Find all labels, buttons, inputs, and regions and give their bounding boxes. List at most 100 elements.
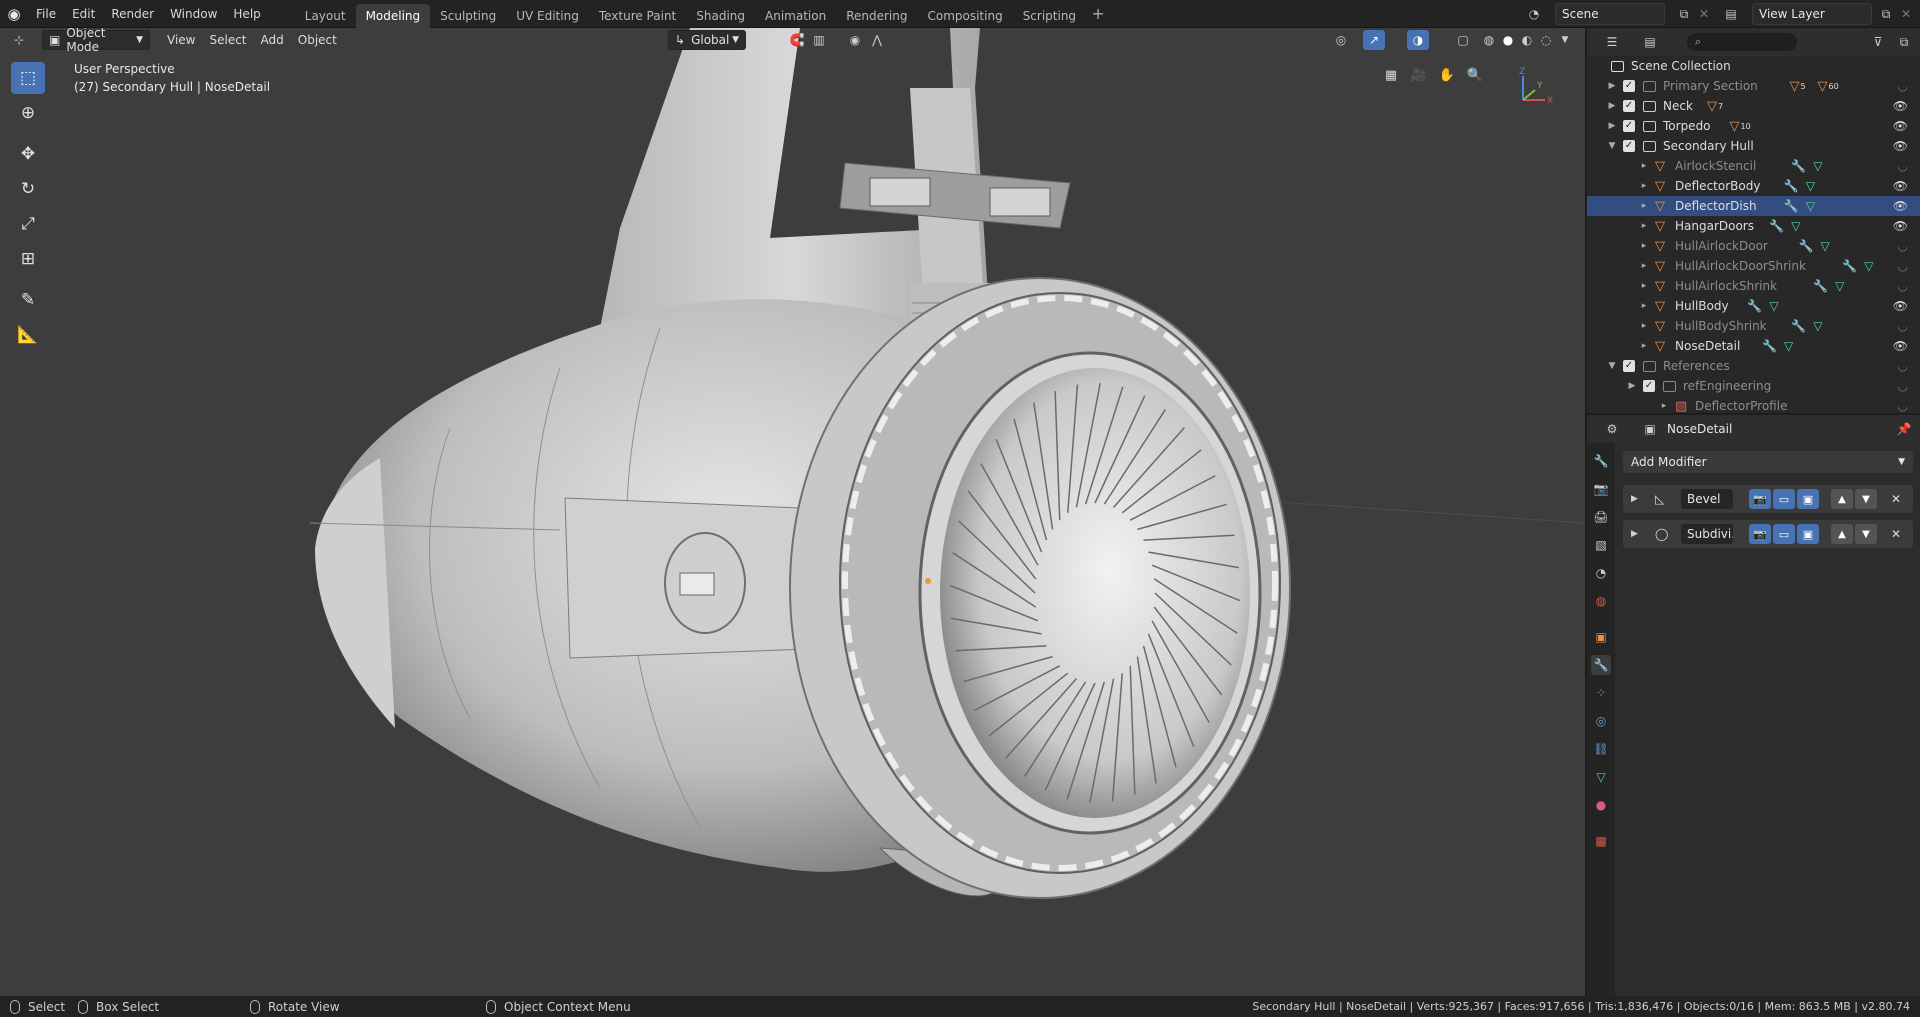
exclude-checkbox[interactable]: ✓ bbox=[1623, 80, 1635, 92]
mesh-data-icon[interactable]: ▽ bbox=[1821, 239, 1830, 253]
texture-tab-icon[interactable]: ▩ bbox=[1591, 831, 1611, 851]
visibility-icon[interactable]: ◎ bbox=[1330, 30, 1352, 50]
menu-edit[interactable]: Edit bbox=[64, 3, 103, 25]
falloff-icon[interactable]: ⋀ bbox=[866, 30, 888, 50]
editmode-toggle-icon[interactable]: ▣ bbox=[1797, 524, 1819, 544]
modifier-icon[interactable]: 🔧 bbox=[1791, 319, 1806, 333]
render-toggle-icon[interactable]: 📷 bbox=[1749, 524, 1771, 544]
visibility-eye-icon[interactable]: 👁 bbox=[1893, 139, 1908, 153]
measure-tool-icon[interactable]: 📐 bbox=[11, 319, 45, 351]
tab-uv-editing[interactable]: UV Editing bbox=[506, 4, 589, 28]
render-tab-icon[interactable]: 📷 bbox=[1591, 479, 1611, 499]
viewport-menu-object[interactable]: Object bbox=[291, 30, 344, 50]
exclude-checkbox[interactable]: ✓ bbox=[1623, 360, 1635, 372]
visibility-eye-icon[interactable]: 👁 bbox=[1893, 99, 1908, 113]
visibility-eye-icon[interactable]: ◡ bbox=[1898, 379, 1908, 393]
expand-arrow-icon[interactable]: ▸ bbox=[1639, 181, 1649, 191]
snap-toggle-icon[interactable]: 🧲 bbox=[786, 30, 808, 50]
viewport-toggle-icon[interactable]: ▭ bbox=[1773, 489, 1795, 509]
grid-view-icon[interactable]: ▦ bbox=[1378, 62, 1404, 88]
scene-selector-icon[interactable]: ◔ bbox=[1525, 5, 1543, 23]
camera-view-icon[interactable]: 🎥 bbox=[1406, 62, 1432, 88]
visibility-eye-icon[interactable]: ◡ bbox=[1898, 159, 1908, 173]
outliner-row[interactable]: ▸ ▨ DeflectorProfile ◡ bbox=[1587, 396, 1920, 414]
remove-modifier-icon[interactable]: ✕ bbox=[1891, 527, 1901, 541]
outliner-row[interactable]: ▸ ▽ HullBody 🔧 ▽ 👁 bbox=[1587, 296, 1920, 316]
xray-toggle-icon[interactable]: ▢ bbox=[1452, 30, 1474, 50]
filter-icon[interactable]: ⊽ bbox=[1867, 32, 1889, 52]
modifier-icon[interactable]: 🔧 bbox=[1769, 219, 1784, 233]
viewport-menu-add[interactable]: Add bbox=[254, 30, 291, 50]
output-tab-icon[interactable]: 🖨 bbox=[1591, 507, 1611, 527]
snap-target-icon[interactable]: ▥ bbox=[808, 30, 830, 50]
cursor-tool-icon[interactable]: ⊕ bbox=[11, 97, 45, 129]
tab-rendering[interactable]: Rendering bbox=[836, 4, 917, 28]
outliner-row[interactable]: ▸ ▽ DeflectorDish 🔧 ▽ 👁 bbox=[1587, 196, 1920, 216]
scene-collection-row[interactable]: Scene Collection bbox=[1587, 56, 1920, 76]
move-up-icon[interactable]: ▲ bbox=[1831, 524, 1853, 544]
mode-dropdown[interactable]: ▣ Object Mode ▼ bbox=[42, 28, 150, 54]
3d-viewport[interactable]: ⊹ ▣ Object Mode ▼ View Select Add Object ↳ … bbox=[0, 28, 1585, 996]
delete-view-layer-icon[interactable]: ✕ bbox=[1897, 5, 1915, 23]
move-up-icon[interactable]: ▲ bbox=[1831, 489, 1853, 509]
mesh-data-icon[interactable]: ▽ bbox=[1813, 319, 1822, 333]
tab-animation[interactable]: Animation bbox=[755, 4, 836, 28]
remove-modifier-icon[interactable]: ✕ bbox=[1891, 492, 1901, 506]
mesh-data-icon[interactable]: ▽ bbox=[1784, 339, 1793, 353]
zoom-view-icon[interactable]: 🔍 bbox=[1462, 62, 1488, 88]
render-toggle-icon[interactable]: 📷 bbox=[1749, 489, 1771, 509]
display-mode-icon[interactable]: ▤ bbox=[1639, 32, 1661, 52]
mesh-data-icon[interactable]: ▽ bbox=[1791, 219, 1800, 233]
expand-arrow-icon[interactable]: ▸ bbox=[1639, 161, 1649, 171]
transform-tool-icon[interactable]: ⊞ bbox=[11, 243, 45, 275]
modifier-icon[interactable]: 🔧 bbox=[1784, 199, 1799, 213]
visibility-eye-icon[interactable]: 👁 bbox=[1893, 179, 1908, 193]
pan-view-icon[interactable]: ✋ bbox=[1434, 62, 1460, 88]
mesh-data-icon[interactable]: ▽ bbox=[1835, 279, 1844, 293]
mesh-data-icon[interactable]: ▽ bbox=[1769, 299, 1778, 313]
proportional-edit-icon[interactable]: ◉ bbox=[844, 30, 866, 50]
mesh-data-icon[interactable]: ▽ bbox=[1806, 199, 1815, 213]
visibility-eye-icon[interactable]: ◡ bbox=[1898, 279, 1908, 293]
visibility-eye-icon[interactable]: ◡ bbox=[1898, 359, 1908, 373]
blender-logo-icon[interactable]: ◉ bbox=[0, 0, 28, 28]
rotate-tool-icon[interactable]: ↻ bbox=[11, 173, 45, 205]
shading-options-icon[interactable]: ▼ bbox=[1554, 30, 1576, 50]
menu-window[interactable]: Window bbox=[162, 3, 225, 25]
tab-sculpting[interactable]: Sculpting bbox=[430, 4, 506, 28]
scene-tab-icon[interactable]: ◔ bbox=[1591, 563, 1611, 583]
annotate-tool-icon[interactable]: ✎ bbox=[11, 284, 45, 316]
expand-arrow-icon[interactable]: ▶ bbox=[1607, 81, 1617, 91]
properties-editor-icon[interactable]: ⚙ bbox=[1601, 419, 1623, 439]
tab-texture-paint[interactable]: Texture Paint bbox=[589, 4, 686, 28]
particles-tab-icon[interactable]: ⁘ bbox=[1591, 683, 1611, 703]
collapse-arrow-icon[interactable]: ▼ bbox=[1607, 141, 1617, 151]
exclude-checkbox[interactable]: ✓ bbox=[1643, 380, 1655, 392]
modifier-icon[interactable]: 🔧 bbox=[1799, 239, 1814, 253]
visibility-eye-icon[interactable]: 👁 bbox=[1893, 339, 1908, 353]
modifier-icon[interactable]: 🔧 bbox=[1747, 299, 1762, 313]
object-tab-icon[interactable]: ▣ bbox=[1591, 627, 1611, 647]
mesh-data-icon[interactable]: ▽ bbox=[1806, 179, 1815, 193]
tab-scripting[interactable]: Scripting bbox=[1013, 4, 1086, 28]
expand-arrow-icon[interactable]: ▶ bbox=[1631, 494, 1638, 504]
new-view-layer-icon[interactable]: ⧉ bbox=[1877, 5, 1895, 23]
select-box-tool-icon[interactable]: ⬚ bbox=[11, 62, 45, 94]
outliner-row[interactable]: ▸ ▽ HullAirlockDoorShrink 🔧 ▽ ◡ bbox=[1587, 256, 1920, 276]
modifier-icon[interactable]: 🔧 bbox=[1842, 259, 1857, 273]
expand-arrow-icon[interactable]: ▸ bbox=[1639, 281, 1649, 291]
modifier-icon[interactable]: 🔧 bbox=[1762, 339, 1777, 353]
menu-file[interactable]: File bbox=[28, 3, 64, 25]
modifier-icon[interactable]: 🔧 bbox=[1813, 279, 1828, 293]
visibility-eye-icon[interactable]: ◡ bbox=[1898, 239, 1908, 253]
visibility-eye-icon[interactable]: ◡ bbox=[1898, 319, 1908, 333]
editor-type-icon[interactable]: ⊹ bbox=[8, 30, 30, 50]
tab-layout[interactable]: Layout bbox=[295, 4, 356, 28]
outliner-row[interactable]: ▸ ▽ HangarDoors 🔧 ▽ 👁 bbox=[1587, 216, 1920, 236]
modifier-name-field[interactable]: Bevel bbox=[1681, 489, 1733, 509]
visibility-eye-icon[interactable]: ◡ bbox=[1898, 259, 1908, 273]
outliner-row[interactable]: ▶ ✓ refEngineering ◡ bbox=[1587, 376, 1920, 396]
move-down-icon[interactable]: ▼ bbox=[1855, 524, 1877, 544]
modifier-icon[interactable]: 🔧 bbox=[1791, 159, 1806, 173]
overlays-toggle-icon[interactable]: ◑ bbox=[1407, 30, 1429, 50]
